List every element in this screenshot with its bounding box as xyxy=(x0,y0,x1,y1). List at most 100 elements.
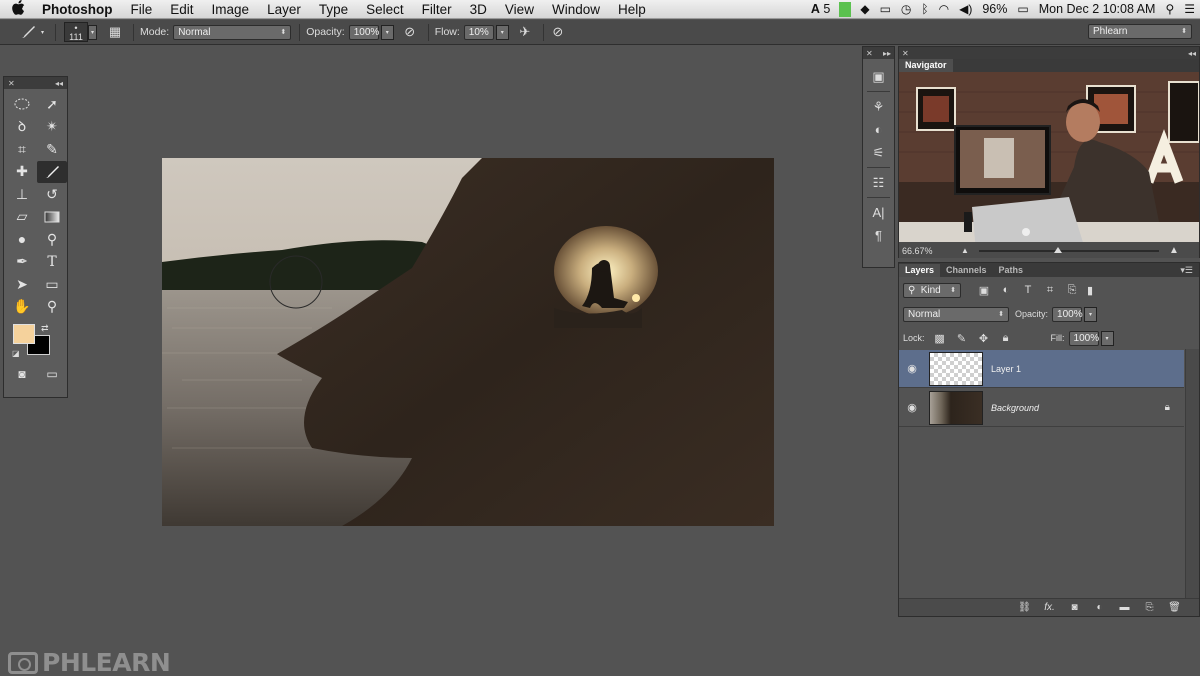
magic-wand-tool-icon[interactable]: ✴ xyxy=(37,116,67,139)
rectangle-tool-icon[interactable]: ▭ xyxy=(37,273,67,296)
pressure-opacity-icon[interactable]: ⊘ xyxy=(400,23,420,41)
healing-brush-tool-icon[interactable]: ✚ xyxy=(7,161,37,184)
layer-thumbnail[interactable] xyxy=(929,390,983,425)
history-brush-tool-icon[interactable]: ↺ xyxy=(37,183,67,206)
brush-tool-icon[interactable] xyxy=(37,160,67,183)
close-icon[interactable]: ✕ xyxy=(902,49,909,58)
zoom-in-icon[interactable]: ▲ xyxy=(1169,245,1179,256)
layer-row-background[interactable]: ◉ Background 🔒︎ xyxy=(899,389,1184,427)
workspace-switcher[interactable]: Phlearn ⬍ xyxy=(1088,24,1192,39)
airbrush-icon[interactable]: ✈ xyxy=(515,23,535,41)
layer-opacity-field[interactable]: 100% xyxy=(1052,306,1083,322)
app-menu-photoshop[interactable]: Photoshop xyxy=(36,0,122,19)
default-colors-icon[interactable]: ◪ xyxy=(12,349,20,358)
gradient-tool-icon[interactable] xyxy=(37,206,67,229)
eraser-tool-icon[interactable]: ▱ xyxy=(7,206,37,229)
menu-image[interactable]: Image xyxy=(203,0,259,19)
dodge-tool-icon[interactable]: ⚲ xyxy=(37,228,67,251)
zoom-slider-track[interactable] xyxy=(979,250,1159,252)
brush-panel-toggle-icon[interactable]: ▦ xyxy=(105,23,125,41)
spotlight-search-icon[interactable]: ⚲ xyxy=(1160,0,1179,19)
battery-percent[interactable]: 96% xyxy=(977,0,1012,19)
zoom-out-icon[interactable]: ▲ xyxy=(961,246,969,255)
tab-paths[interactable]: Paths xyxy=(993,264,1030,277)
zoom-tool-icon[interactable]: ⚲ xyxy=(37,296,67,319)
eyedropper-tool-icon[interactable]: ✎ xyxy=(37,138,67,161)
apple-menu-icon[interactable] xyxy=(0,0,36,18)
tool-preset-dropdown[interactable]: ▾ xyxy=(38,25,47,40)
navigator-header[interactable]: ✕ ◂◂ xyxy=(899,47,1199,59)
collapse-icon[interactable]: ◂◂ xyxy=(1188,49,1196,58)
volume-icon[interactable]: ◀) xyxy=(954,0,977,19)
brush-tool-preset-icon[interactable] xyxy=(18,23,38,41)
visibility-eye-icon[interactable]: ◉ xyxy=(899,362,925,375)
visibility-eye-icon[interactable]: ◉ xyxy=(899,401,925,414)
navigator-preview-video[interactable] xyxy=(899,72,1199,242)
foreground-color-swatch[interactable] xyxy=(13,324,35,344)
filter-toggle-icon[interactable]: ▮ xyxy=(1083,284,1097,297)
blend-mode-select[interactable]: Normal ⬍ xyxy=(903,306,1009,322)
character-panel-icon[interactable]: A| xyxy=(863,201,894,224)
filter-kind-select[interactable]: ⚲ Kind ⬍ xyxy=(903,282,961,298)
menu-filter[interactable]: Filter xyxy=(413,0,461,19)
pressure-size-icon[interactable]: ⊘ xyxy=(548,23,568,41)
lock-image-icon[interactable]: ✎ xyxy=(951,332,973,345)
type-tool-icon[interactable]: T xyxy=(37,251,67,274)
battery-icon[interactable]: ▭ xyxy=(1012,0,1033,19)
adjustments-panel-icon[interactable]: ◐ xyxy=(863,118,894,141)
brush-presets-icon[interactable]: ⚘ xyxy=(863,95,894,118)
layer-style-fx-icon[interactable]: fx. xyxy=(1037,602,1062,613)
menu-view[interactable]: View xyxy=(496,0,543,19)
swap-colors-icon[interactable]: ⇄ xyxy=(41,323,49,334)
menu-layer[interactable]: Layer xyxy=(258,0,310,19)
new-group-icon[interactable]: ▬ xyxy=(1112,602,1137,613)
layer-name[interactable]: Layer 1 xyxy=(991,364,1021,374)
filter-pixel-icon[interactable]: ▣ xyxy=(973,284,995,297)
collapse-icon[interactable]: ◂◂ xyxy=(55,79,63,88)
tools-panel-header[interactable]: ✕ ◂◂ xyxy=(4,77,67,89)
align-panel-icon[interactable]: ☷ xyxy=(863,171,894,194)
layer-thumbnail[interactable] xyxy=(929,351,983,386)
clone-stamp-tool-icon[interactable]: ⊥ xyxy=(7,183,37,206)
paragraph-panel-icon[interactable]: ¶ xyxy=(863,224,894,247)
zoom-slider-handle[interactable] xyxy=(1054,247,1062,253)
tab-layers[interactable]: Layers xyxy=(899,263,941,277)
expand-icon[interactable]: ▸▸ xyxy=(883,49,891,58)
new-adjustment-layer-icon[interactable]: ◐ xyxy=(1087,602,1112,613)
menu-select[interactable]: Select xyxy=(357,0,413,19)
new-layer-icon[interactable]: ⎘ xyxy=(1137,602,1162,613)
filter-shape-icon[interactable]: ⌗ xyxy=(1039,284,1061,297)
document-canvas[interactable] xyxy=(162,158,774,526)
properties-panel-icon[interactable]: ⚟ xyxy=(863,141,894,164)
trash-icon[interactable]: 🗑︎ xyxy=(1162,602,1187,613)
link-layers-icon[interactable]: ⛓ xyxy=(1012,602,1037,613)
menu-3d[interactable]: 3D xyxy=(461,0,496,19)
screen-mode-icon[interactable]: ▭ xyxy=(37,362,67,386)
fill-field[interactable]: 100% xyxy=(1068,330,1099,346)
menu-type[interactable]: Type xyxy=(310,0,357,19)
path-selection-tool-icon[interactable]: ➤ xyxy=(7,273,37,296)
filter-type-icon[interactable]: T xyxy=(1017,284,1039,296)
lock-position-icon[interactable]: ✥ xyxy=(973,332,995,345)
menu-edit[interactable]: Edit xyxy=(161,0,202,19)
time-machine-icon[interactable]: ◷ xyxy=(896,0,916,19)
flow-slider-dropdown[interactable]: ▾ xyxy=(495,24,509,40)
hand-tool-icon[interactable]: ✋ xyxy=(7,296,37,319)
lasso-tool-icon[interactable]: ꝺ xyxy=(7,116,37,139)
brush-size-picker[interactable]: • 111 xyxy=(64,22,88,42)
pen-tool-icon[interactable]: ✒ xyxy=(7,251,37,274)
lock-all-icon[interactable]: 🔒︎ xyxy=(995,332,1017,345)
brush-picker-dropdown[interactable]: ▾ xyxy=(88,24,97,40)
opacity-slider-dropdown[interactable]: ▾ xyxy=(380,24,394,40)
quick-mask-icon[interactable]: ◙ xyxy=(7,362,37,386)
tab-channels[interactable]: Channels xyxy=(940,264,993,277)
filter-smartobject-icon[interactable]: ⎘ xyxy=(1061,284,1083,297)
filter-adjustment-icon[interactable]: ◐ xyxy=(995,284,1017,296)
tab-navigator[interactable]: Navigator xyxy=(899,59,953,72)
blur-tool-icon[interactable]: ● xyxy=(7,228,37,251)
panel-menu-icon[interactable]: ▾☰ xyxy=(1180,265,1193,276)
layers-scrollbar[interactable] xyxy=(1185,349,1199,599)
history-panel-icon[interactable]: ▣ xyxy=(863,65,894,88)
fill-dropdown[interactable]: ▾ xyxy=(1100,330,1114,346)
menu-help[interactable]: Help xyxy=(609,0,655,19)
